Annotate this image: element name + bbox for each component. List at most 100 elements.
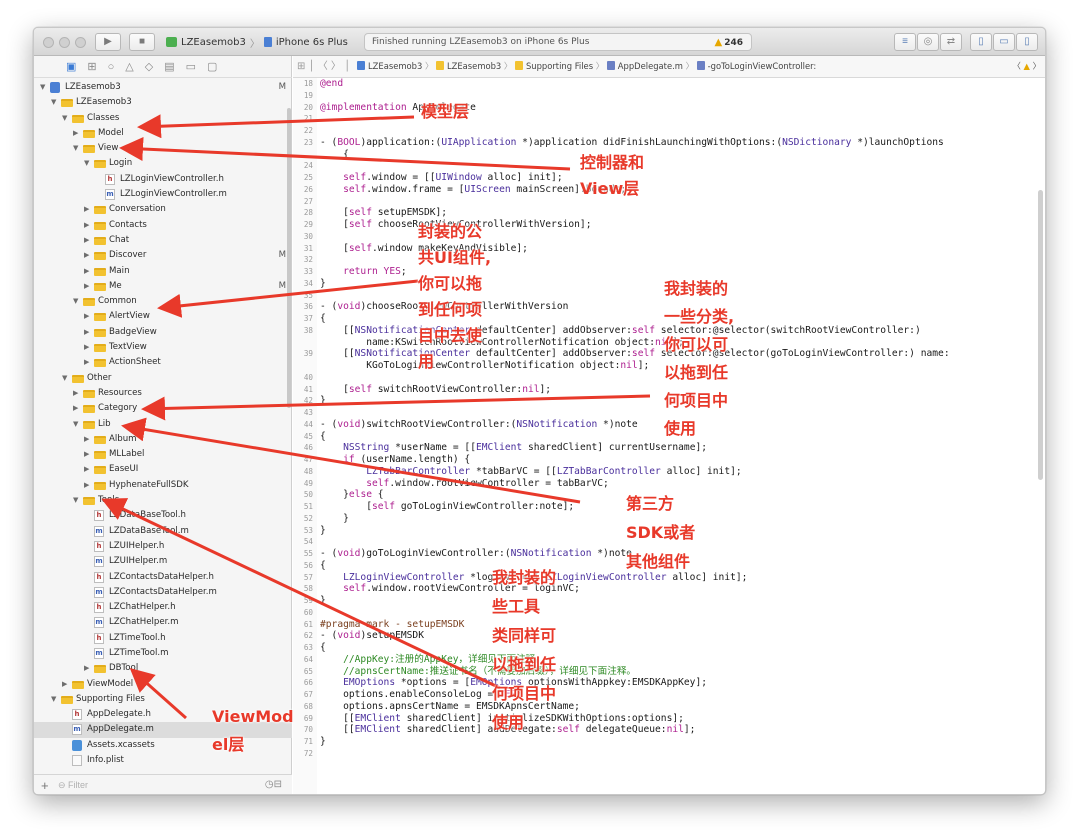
disclosure-closed-icon[interactable]: ▶	[73, 401, 78, 416]
code-line[interactable]: {	[293, 149, 1045, 161]
code-line[interactable]: 70 [[EMClient sharedClient] addDelegate:…	[293, 724, 1045, 736]
report-navigator-icon[interactable]: ▢	[207, 60, 217, 73]
code-line[interactable]: 47 if (userName.length) {	[293, 454, 1045, 466]
code-line[interactable]: 22	[293, 125, 1045, 137]
close-window-button[interactable]	[43, 37, 54, 48]
disclosure-closed-icon[interactable]: ▶	[84, 233, 89, 248]
code-line[interactable]: 60	[293, 607, 1045, 619]
code-line[interactable]: 65 //apnsCertName:推送证书名（不需要加后缀），详细见下面注释。	[293, 666, 1045, 678]
navigator-file-row[interactable]: m LZContactsDataHelper.m	[34, 585, 292, 600]
navigator-folder-row[interactable]: ▼ Other	[34, 371, 292, 386]
disclosure-closed-icon[interactable]: ▶	[84, 340, 89, 355]
utilities-toggle-button[interactable]: ▯	[1016, 33, 1038, 51]
disclosure-closed-icon[interactable]: ▶	[84, 309, 89, 324]
disclosure-closed-icon[interactable]: ▶	[84, 264, 89, 279]
code-line[interactable]: 58 self.window.rootViewController = logi…	[293, 583, 1045, 595]
disclosure-open-icon[interactable]: ▼	[73, 294, 78, 309]
navigator-toggle-button[interactable]: ▯	[970, 33, 992, 51]
disclosure-open-icon[interactable]: ▼	[73, 417, 78, 432]
navigator-folder-row[interactable]: ▶ Main	[34, 264, 292, 279]
zoom-window-button[interactable]	[75, 37, 86, 48]
navigator-folder-row[interactable]: ▼ Tools	[34, 493, 292, 508]
navigator-folder-row[interactable]: ▶ Resources	[34, 386, 292, 401]
code-line[interactable]: 29 [self chooseRootViewControllerWithVer…	[293, 219, 1045, 231]
disclosure-closed-icon[interactable]: ▶	[73, 126, 78, 141]
disclosure-open-icon[interactable]: ▼	[40, 80, 45, 95]
code-line[interactable]: 49 self.window.rootViewController = tabB…	[293, 478, 1045, 490]
code-line[interactable]: 72	[293, 748, 1045, 760]
disclosure-open-icon[interactable]: ▼	[84, 156, 89, 171]
breadcrumb-item[interactable]: LZEasemob3	[368, 61, 422, 71]
code-line[interactable]: 23 - (BOOL)application:(UIApplication *)a…	[293, 137, 1045, 149]
code-line[interactable]: 59}	[293, 595, 1045, 607]
breadcrumb-item[interactable]: AppDelegate.m	[618, 61, 683, 71]
navigator-folder-row[interactable]: ▶ ViewModel	[34, 677, 292, 692]
navigator-folder-row[interactable]: ▶ Contacts	[34, 218, 292, 233]
navigator-file-row[interactable]: h LZDataBaseTool.h	[34, 508, 292, 523]
breadcrumb-item[interactable]: -goToLoginViewController:	[708, 61, 817, 71]
code-line[interactable]: 62 - (void)setupEMSDK	[293, 630, 1045, 642]
navigator-folder-row[interactable]: ▶ Category	[34, 401, 292, 416]
disclosure-open-icon[interactable]: ▼	[62, 371, 67, 386]
disclosure-closed-icon[interactable]: ▶	[84, 447, 89, 462]
navigator-file-row[interactable]: m LZUIHelper.m	[34, 554, 292, 569]
disclosure-open-icon[interactable]: ▼	[51, 95, 56, 110]
disclosure-closed-icon[interactable]: ▶	[84, 279, 89, 294]
disclosure-open-icon[interactable]: ▼	[51, 692, 56, 707]
disclosure-open-icon[interactable]: ▼	[73, 141, 78, 156]
code-line[interactable]: 21	[293, 113, 1045, 125]
code-line[interactable]: 20 @implementation AppDelegate	[293, 102, 1045, 114]
code-line[interactable]: 61 #pragma mark - setupEMSDK	[293, 619, 1045, 631]
navigator-file-row[interactable]: m LZDataBaseTool.m	[34, 524, 292, 539]
disclosure-closed-icon[interactable]: ▶	[84, 661, 89, 676]
editor-version-button[interactable]: ⇄	[940, 33, 962, 51]
disclosure-closed-icon[interactable]: ▶	[84, 462, 89, 477]
disclosure-closed-icon[interactable]: ▶	[84, 202, 89, 217]
navigator-folder-row[interactable]: ▶ Model	[34, 126, 292, 141]
navigator-folder-row[interactable]: ▶ Me M	[34, 279, 292, 294]
navigator-file-row[interactable]: m LZLoginViewController.m	[34, 187, 292, 202]
navigator-folder-row[interactable]: ▶ BadgeView	[34, 325, 292, 340]
code-line[interactable]: 26 self.window.frame = [UIScreen mainScr…	[293, 184, 1045, 196]
scheme-selector[interactable]: LZEasemob3 〉 iPhone 6s Plus	[166, 34, 348, 50]
code-line[interactable]: 68 options.apnsCertName = EMSDKApnsCertN…	[293, 701, 1045, 713]
disclosure-open-icon[interactable]: ▼	[62, 111, 67, 126]
navigator-file-row[interactable]: h LZUIHelper.h	[34, 539, 292, 554]
code-line[interactable]: 67 options.enableConsoleLog = YES;	[293, 689, 1045, 701]
navigator-folder-row[interactable]: ▶ HyphenateFullSDK	[34, 478, 292, 493]
code-line[interactable]: 71}	[293, 736, 1045, 748]
navigator-file-row[interactable]: h LZLoginViewController.h	[34, 172, 292, 187]
disclosure-closed-icon[interactable]: ▶	[73, 386, 78, 401]
filter-field[interactable]: ⊖ Filter	[58, 780, 88, 791]
code-line[interactable]: 27	[293, 196, 1045, 208]
navigator-folder-row[interactable]: ▼ Common	[34, 294, 292, 309]
disclosure-closed-icon[interactable]: ▶	[84, 432, 89, 447]
code-line[interactable]: 48 LZTabBarController *tabBarVC = [[LZTa…	[293, 466, 1045, 478]
code-line[interactable]: 66 EMOptions *options = [EMOptions optio…	[293, 677, 1045, 689]
breakpoint-navigator-icon[interactable]: ▭	[186, 60, 196, 73]
navigator-folder-row[interactable]: ▶ Chat	[34, 233, 292, 248]
navigator-folder-row[interactable]: ▶ Discover M	[34, 248, 292, 263]
code-line[interactable]: 24	[293, 160, 1045, 172]
disclosure-closed-icon[interactable]: ▶	[84, 248, 89, 263]
code-line[interactable]: 46 NSString *userName = [[EMClient share…	[293, 442, 1045, 454]
editor-standard-button[interactable]: ≡	[894, 33, 916, 51]
recent-files-icon[interactable]: ◷⊟	[265, 779, 282, 790]
issue-nav-arrows[interactable]: 〈 ▲ 〉	[1012, 56, 1041, 77]
find-navigator-icon[interactable]: ○	[108, 61, 115, 73]
navigator-file-row[interactable]: h LZTimeTool.h	[34, 631, 292, 646]
navigator-folder-row[interactable]: ▶ TextView	[34, 340, 292, 355]
breadcrumb-item[interactable]: LZEasemob3	[447, 61, 501, 71]
disclosure-closed-icon[interactable]: ▶	[84, 478, 89, 493]
navigator-file-row[interactable]: m LZTimeTool.m	[34, 646, 292, 661]
navigator-folder-row[interactable]: ▶ MLLabel	[34, 447, 292, 462]
code-line[interactable]: 64 //AppKey:注册的AppKey，详细见下面注释。	[293, 654, 1045, 666]
breadcrumb-item[interactable]: Supporting Files	[526, 61, 593, 71]
navigator-folder-row[interactable]: ▼ View	[34, 141, 292, 156]
code-line[interactable]: 18 @end	[293, 78, 1045, 90]
minimize-window-button[interactable]	[59, 37, 70, 48]
disclosure-closed-icon[interactable]: ▶	[62, 677, 67, 692]
editor-assistant-button[interactable]: ◎	[917, 33, 939, 51]
disclosure-closed-icon[interactable]: ▶	[84, 218, 89, 233]
disclosure-closed-icon[interactable]: ▶	[84, 355, 89, 370]
